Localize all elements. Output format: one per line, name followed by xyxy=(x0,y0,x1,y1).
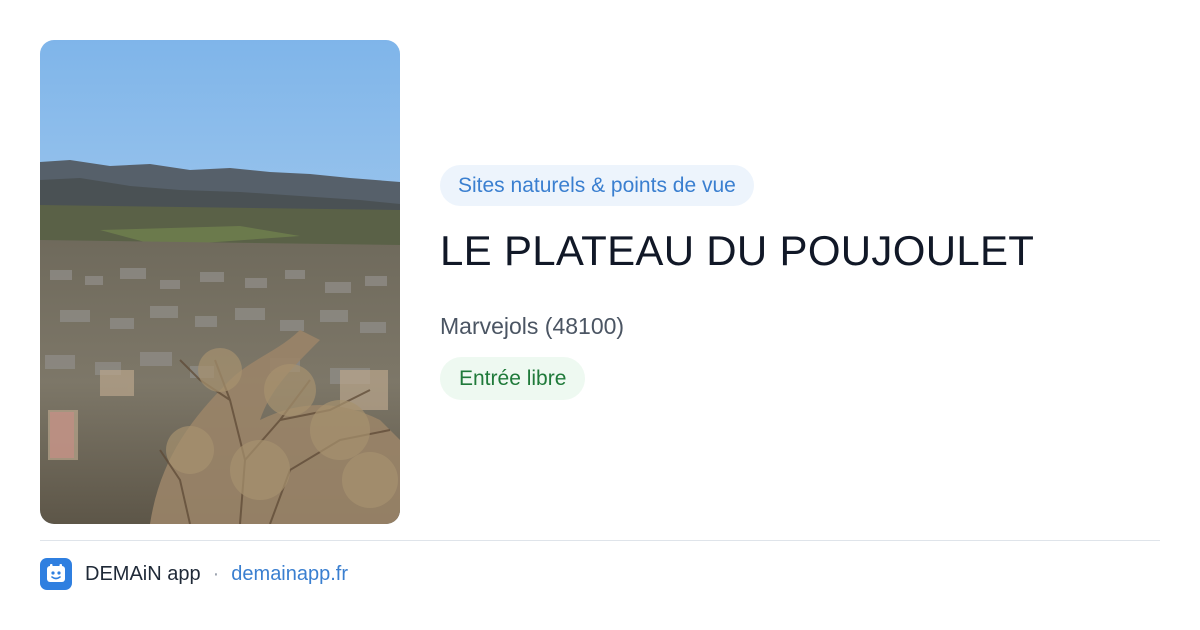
place-info: Sites naturels & points de vue LE PLATEA… xyxy=(440,165,1160,400)
category-badge: Sites naturels & points de vue xyxy=(440,165,754,206)
app-name: DEMAiN app xyxy=(85,562,201,585)
footer-separator: · xyxy=(212,562,220,585)
access-badge: Entrée libre xyxy=(440,357,586,400)
app-url-link[interactable]: demainapp.fr xyxy=(231,563,348,586)
footer: DEMAiN app · demainapp.fr xyxy=(40,558,348,590)
footer-divider xyxy=(40,540,1160,541)
share-card: Sites naturels & points de vue LE PLATEA… xyxy=(0,0,1200,630)
place-photo xyxy=(40,40,400,524)
place-location: Marvejols (48100) xyxy=(440,313,625,339)
demain-logo-icon xyxy=(40,558,72,590)
place-title: LE PLATEAU DU POUJOULET xyxy=(440,227,1035,274)
